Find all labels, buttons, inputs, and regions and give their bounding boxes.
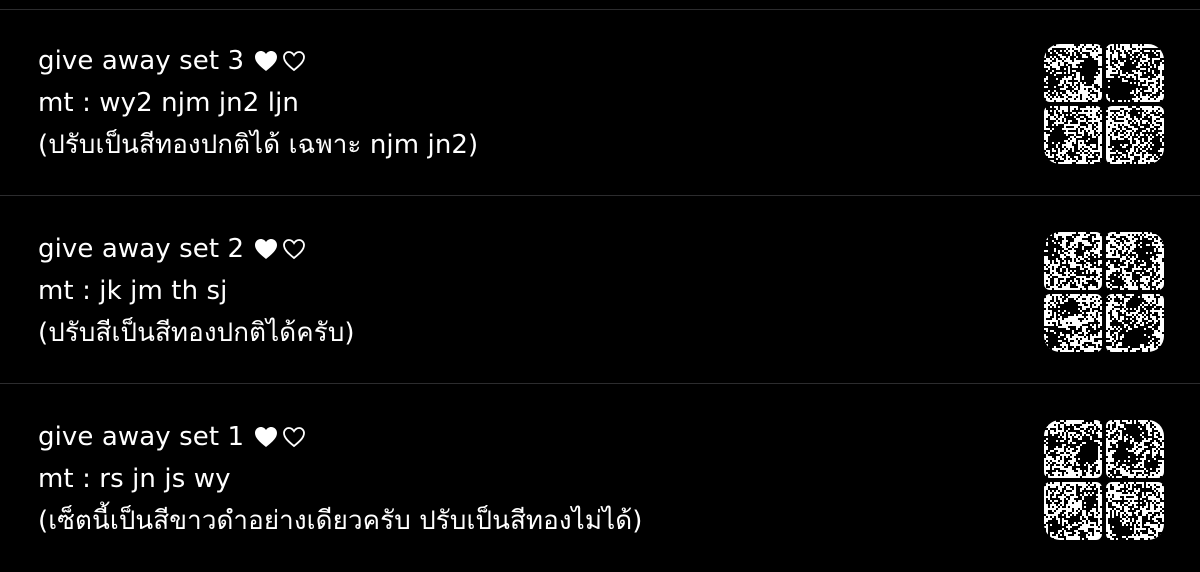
list-item[interactable]: give away set 3 mt : wy2 njm jn2 ljn (ปร… xyxy=(0,10,1200,196)
thumbnail-tile xyxy=(1106,420,1164,478)
divider xyxy=(0,195,1200,196)
giveaway-list: give away set 3 mt : wy2 njm jn2 ljn (ปร… xyxy=(0,0,1200,565)
thumbnail-tile xyxy=(1044,106,1102,164)
photo-grid-thumbnail[interactable] xyxy=(1044,232,1164,352)
hearts xyxy=(254,238,306,260)
item-detail: mt : rs jn js wy xyxy=(38,458,998,500)
list-item-text: give away set 1 mt : rs jn js wy (เซ็ตนี… xyxy=(38,416,998,542)
thumbnail-tile xyxy=(1106,232,1164,290)
outline-heart-icon xyxy=(282,426,306,448)
outline-heart-icon xyxy=(282,238,306,260)
hearts xyxy=(254,50,306,72)
hearts xyxy=(254,426,306,448)
list-item-text: give away set 3 mt : wy2 njm jn2 ljn (ปร… xyxy=(38,40,998,166)
item-note: (ปรับสีเป็นสีทองปกติได้ครับ) xyxy=(38,312,998,354)
item-title-line: give away set 2 xyxy=(38,228,998,270)
thumbnail-tile xyxy=(1044,44,1102,102)
photo-grid-thumbnail[interactable] xyxy=(1044,420,1164,540)
filled-heart-icon xyxy=(254,238,278,260)
thumbnail-tile xyxy=(1044,420,1102,478)
item-detail: mt : jk jm th sj xyxy=(38,270,998,312)
list-item[interactable]: give away set 2 mt : jk jm th sj (ปรับสี… xyxy=(0,198,1200,384)
thumbnail-tile xyxy=(1106,294,1164,352)
outline-heart-icon xyxy=(282,50,306,72)
thumbnail-tile xyxy=(1044,482,1102,540)
filled-heart-icon xyxy=(254,426,278,448)
item-title: give away set 3 xyxy=(38,40,244,82)
divider xyxy=(0,383,1200,384)
thumbnail-tile xyxy=(1106,106,1164,164)
thumbnail-tile xyxy=(1106,482,1164,540)
filled-heart-icon xyxy=(254,50,278,72)
photo-grid-thumbnail[interactable] xyxy=(1044,44,1164,164)
item-detail: mt : wy2 njm jn2 ljn xyxy=(38,82,998,124)
item-title: give away set 2 xyxy=(38,228,244,270)
item-title: give away set 1 xyxy=(38,416,244,458)
item-title-line: give away set 3 xyxy=(38,40,998,82)
thumbnail-tile xyxy=(1044,232,1102,290)
item-title-line: give away set 1 xyxy=(38,416,998,458)
item-note: (ปรับเป็นสีทองปกติได้ เฉพาะ njm jn2) xyxy=(38,124,998,166)
thumbnail-tile xyxy=(1044,294,1102,352)
item-note: (เซ็ตนี้เป็นสีขาวดำอย่างเดียวครับ ปรับเป… xyxy=(38,500,998,542)
thumbnail-tile xyxy=(1106,44,1164,102)
list-item-text: give away set 2 mt : jk jm th sj (ปรับสี… xyxy=(38,228,998,354)
list-item[interactable]: give away set 1 mt : rs jn js wy (เซ็ตนี… xyxy=(0,386,1200,572)
